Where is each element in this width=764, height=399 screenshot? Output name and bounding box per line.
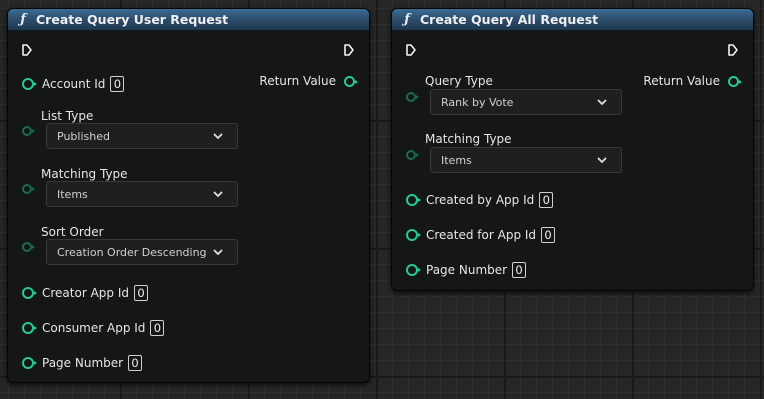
matching-type-value: Items <box>57 187 88 201</box>
matching-type-pin-icon[interactable] <box>22 184 35 194</box>
consumer-app-id-input[interactable]: 0 <box>150 320 165 336</box>
account-id-pin-icon[interactable] <box>22 78 37 90</box>
node-title: Create Query All Request <box>420 12 599 27</box>
exec-in-pin-icon[interactable] <box>406 44 416 56</box>
chevron-down-icon <box>213 249 223 256</box>
page-number-input[interactable]: 0 <box>128 355 143 371</box>
chevron-down-icon <box>597 157 607 164</box>
exec-in-pin-icon[interactable] <box>22 44 32 56</box>
chevron-down-icon <box>597 99 607 106</box>
node-header[interactable]: ƒ Create Query All Request <box>392 9 753 31</box>
list-type-dropdown[interactable]: Published <box>46 123 238 149</box>
query-type-value: Rank by Vote <box>441 95 514 109</box>
node-create-query-all-request[interactable]: ƒ Create Query All Request Return Value … <box>391 8 754 291</box>
return-value-pin-icon[interactable] <box>344 75 358 87</box>
creator-app-id-row: Creator App Id 0 <box>22 285 148 301</box>
list-type-label: List Type <box>41 109 94 123</box>
matching-type-label: Matching Type <box>425 132 512 146</box>
matching-type-dropdown[interactable]: Items <box>46 181 238 207</box>
page-number-row: Page Number 0 <box>22 355 143 371</box>
matching-type-pin-icon[interactable] <box>406 150 419 160</box>
creator-app-id-pin-icon[interactable] <box>22 287 37 299</box>
node-create-query-user-request[interactable]: ƒ Create Query User Request Account Id 0… <box>7 8 370 383</box>
sort-order-value: Creation Order Descending <box>57 245 207 259</box>
created-for-app-id-label: Created for App Id <box>426 228 537 242</box>
created-by-app-id-pin-icon[interactable] <box>406 194 421 206</box>
function-icon: ƒ <box>404 12 410 27</box>
return-value-label: Return Value <box>643 74 720 88</box>
query-type-dropdown[interactable]: Rank by Vote <box>430 89 622 115</box>
matching-type-label: Matching Type <box>41 167 128 181</box>
account-id-label: Account Id <box>42 77 106 91</box>
function-icon: ƒ <box>20 12 26 27</box>
consumer-app-id-pin-icon[interactable] <box>22 322 37 334</box>
sort-order-label: Sort Order <box>41 225 104 239</box>
node-header[interactable]: ƒ Create Query User Request <box>8 9 369 31</box>
matching-type-dropdown[interactable]: Items <box>430 147 622 173</box>
query-type-label: Query Type <box>425 74 493 88</box>
page-number-input[interactable]: 0 <box>512 262 527 278</box>
chevron-down-icon <box>213 191 223 198</box>
created-for-app-id-row: Created for App Id 0 <box>406 227 556 243</box>
return-value-row: Return Value <box>643 74 742 88</box>
exec-out-pin-icon[interactable] <box>728 44 738 56</box>
return-value-row: Return Value <box>259 74 358 88</box>
matching-type-value: Items <box>441 153 472 167</box>
created-for-app-id-pin-icon[interactable] <box>406 229 421 241</box>
page-number-label: Page Number <box>42 356 124 370</box>
creator-app-id-input[interactable]: 0 <box>134 285 148 301</box>
exec-out-pin-icon[interactable] <box>344 44 354 56</box>
list-type-pin-icon[interactable] <box>22 126 35 136</box>
page-number-label: Page Number <box>426 263 508 277</box>
created-for-app-id-input[interactable]: 0 <box>541 227 556 243</box>
return-value-label: Return Value <box>259 74 336 88</box>
creator-app-id-label: Creator App Id <box>42 286 129 300</box>
account-id-input[interactable]: 0 <box>110 76 125 92</box>
consumer-app-id-row: Consumer App Id 0 <box>22 320 165 336</box>
page-number-row: Page Number 0 <box>406 262 527 278</box>
consumer-app-id-label: Consumer App Id <box>42 321 146 335</box>
page-number-pin-icon[interactable] <box>22 357 37 369</box>
created-by-app-id-label: Created by App Id <box>426 193 535 207</box>
query-type-pin-icon[interactable] <box>406 92 419 102</box>
sort-order-pin-icon[interactable] <box>22 242 35 252</box>
sort-order-dropdown[interactable]: Creation Order Descending <box>46 239 238 265</box>
page-number-pin-icon[interactable] <box>406 264 421 276</box>
account-id-row: Account Id 0 <box>22 76 125 92</box>
return-value-pin-icon[interactable] <box>728 75 742 87</box>
node-title: Create Query User Request <box>36 12 229 27</box>
chevron-down-icon <box>213 133 223 140</box>
list-type-value: Published <box>57 129 110 143</box>
created-by-app-id-input[interactable]: 0 <box>539 192 554 208</box>
created-by-app-id-row: Created by App Id 0 <box>406 192 554 208</box>
